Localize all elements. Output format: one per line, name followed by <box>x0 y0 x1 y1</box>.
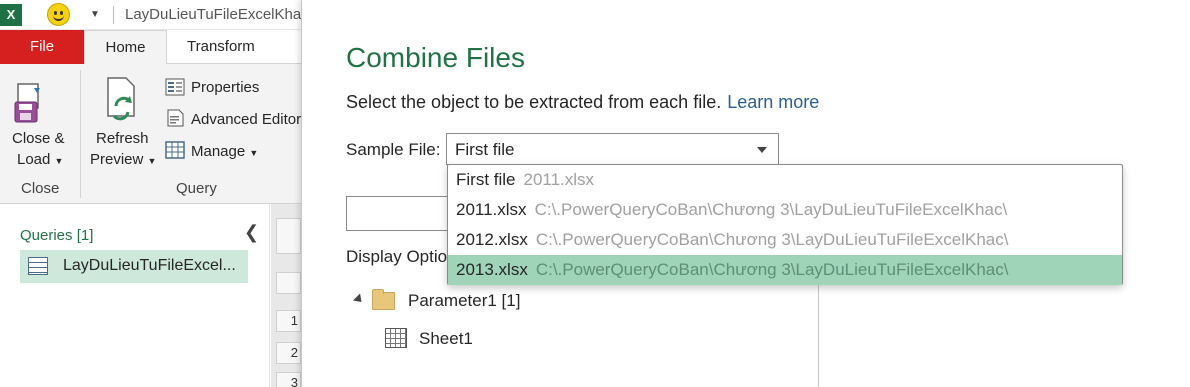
dialog-title: Combine Files <box>346 42 525 73</box>
tab-file[interactable]: File <box>0 30 84 64</box>
ribbon-tabs: File Home Transform <box>0 30 310 65</box>
learn-more-link[interactable]: Learn more <box>727 92 819 112</box>
customize-qat-icon[interactable]: ▼ <box>90 9 100 20</box>
window-title: LayDuLieuTuFileExcelKhac <box>125 6 309 23</box>
group-label-close: Close <box>21 180 60 197</box>
option-name: 2013.xlsx <box>456 260 528 279</box>
query-item[interactable]: LayDuLieuTuFileExcel... <box>20 250 248 283</box>
dropdown-option[interactable]: 2011.xlsx C:\.PowerQueryCoBan\Chương 3\La… <box>448 195 1122 225</box>
chevron-down-icon <box>757 147 767 153</box>
row-number: 2 <box>276 342 301 364</box>
queries-header: Queries [1] <box>20 227 94 244</box>
sheet-icon <box>385 328 407 348</box>
close-load-label-2: Load ▼ <box>17 151 64 168</box>
sample-file-select[interactable]: First file <box>446 133 779 165</box>
option-detail: C:\.PowerQueryCoBan\Chương 3\LayDuLieuTu… <box>535 230 1009 249</box>
manage-table-icon <box>165 141 185 159</box>
instruction-text: Select the object to be extracted from e… <box>346 92 722 112</box>
option-detail: 2011.xlsx <box>523 170 595 189</box>
combine-files-dialog: Combine Files Select the object to be ex… <box>301 0 1190 387</box>
option-detail: C:\.PowerQueryCoBan\Chương 3\LayDuLieuTu… <box>534 200 1008 219</box>
option-detail: C:\.PowerQueryCoBan\Chương 3\LayDuLieuTu… <box>535 260 1009 279</box>
row-number: 1 <box>276 310 301 332</box>
table-icon <box>28 257 48 275</box>
grid-column-header[interactable] <box>276 272 301 294</box>
tab-home[interactable]: Home <box>84 30 167 65</box>
sample-file-label: Sample File: <box>346 140 441 159</box>
smiley-icon[interactable] <box>47 3 70 26</box>
refresh-label: Refresh <box>96 130 149 147</box>
close-load-label: Close & <box>12 130 65 147</box>
dropdown-option-selected[interactable]: 2013.xlsx C:\.PowerQueryCoBan\Chương 3\La… <box>448 255 1122 285</box>
properties-icon <box>165 78 185 96</box>
quick-access-toolbar: X ▼ LayDuLieuTuFileExcelKhac <box>0 0 310 30</box>
option-name: 2011.xlsx <box>456 200 527 219</box>
manage-label: Manage ▼ <box>191 143 259 160</box>
grid-corner[interactable] <box>276 218 301 254</box>
expand-caret-icon[interactable] <box>352 293 366 306</box>
sample-file-dropdown: First file 2011.xlsx 2011.xlsx C:\.PowerQu… <box>447 164 1123 285</box>
close-load-icon <box>14 83 40 123</box>
refresh-label-2: Preview ▼ <box>90 151 157 168</box>
refresh-icon <box>107 77 135 121</box>
tree-item-sheet[interactable]: Sheet1 <box>419 329 473 349</box>
query-item-label: LayDuLieuTuFileExcel... <box>63 257 236 274</box>
properties-label: Properties <box>191 79 260 96</box>
dialog-instruction: Select the object to be extracted from e… <box>346 92 819 113</box>
advanced-editor-label: Advanced Editor <box>191 111 302 128</box>
group-divider <box>80 70 81 198</box>
collapse-pane-icon[interactable]: ❮ <box>244 222 259 243</box>
tree-item-parameter[interactable]: Parameter1 [1] <box>408 291 520 311</box>
toolbar-divider <box>113 6 114 24</box>
queries-pane: Queries [1] ❮ LayDuLieuTuFileExcel... <box>0 204 270 387</box>
folder-icon <box>372 289 395 310</box>
group-label-query: Query <box>176 180 217 197</box>
pane-divider <box>818 284 819 387</box>
excel-icon: X <box>0 4 22 26</box>
dropdown-option[interactable]: First file 2011.xlsx <box>448 165 1122 195</box>
dropdown-option[interactable]: 2012.xlsx C:\.PowerQueryCoBan\Chương 3\La… <box>448 225 1122 255</box>
ribbon-home: Close & Load ▼ Refresh Preview ▼ Propert… <box>0 64 310 204</box>
row-number: 3 <box>276 372 301 387</box>
option-name: First file <box>456 170 516 189</box>
tab-transform[interactable]: Transform <box>187 30 255 64</box>
sample-file-value: First file <box>455 140 515 159</box>
preview-grid: 1 2 3 <box>271 204 301 387</box>
option-name: 2012.xlsx <box>456 230 528 249</box>
advanced-editor-icon <box>167 109 184 127</box>
